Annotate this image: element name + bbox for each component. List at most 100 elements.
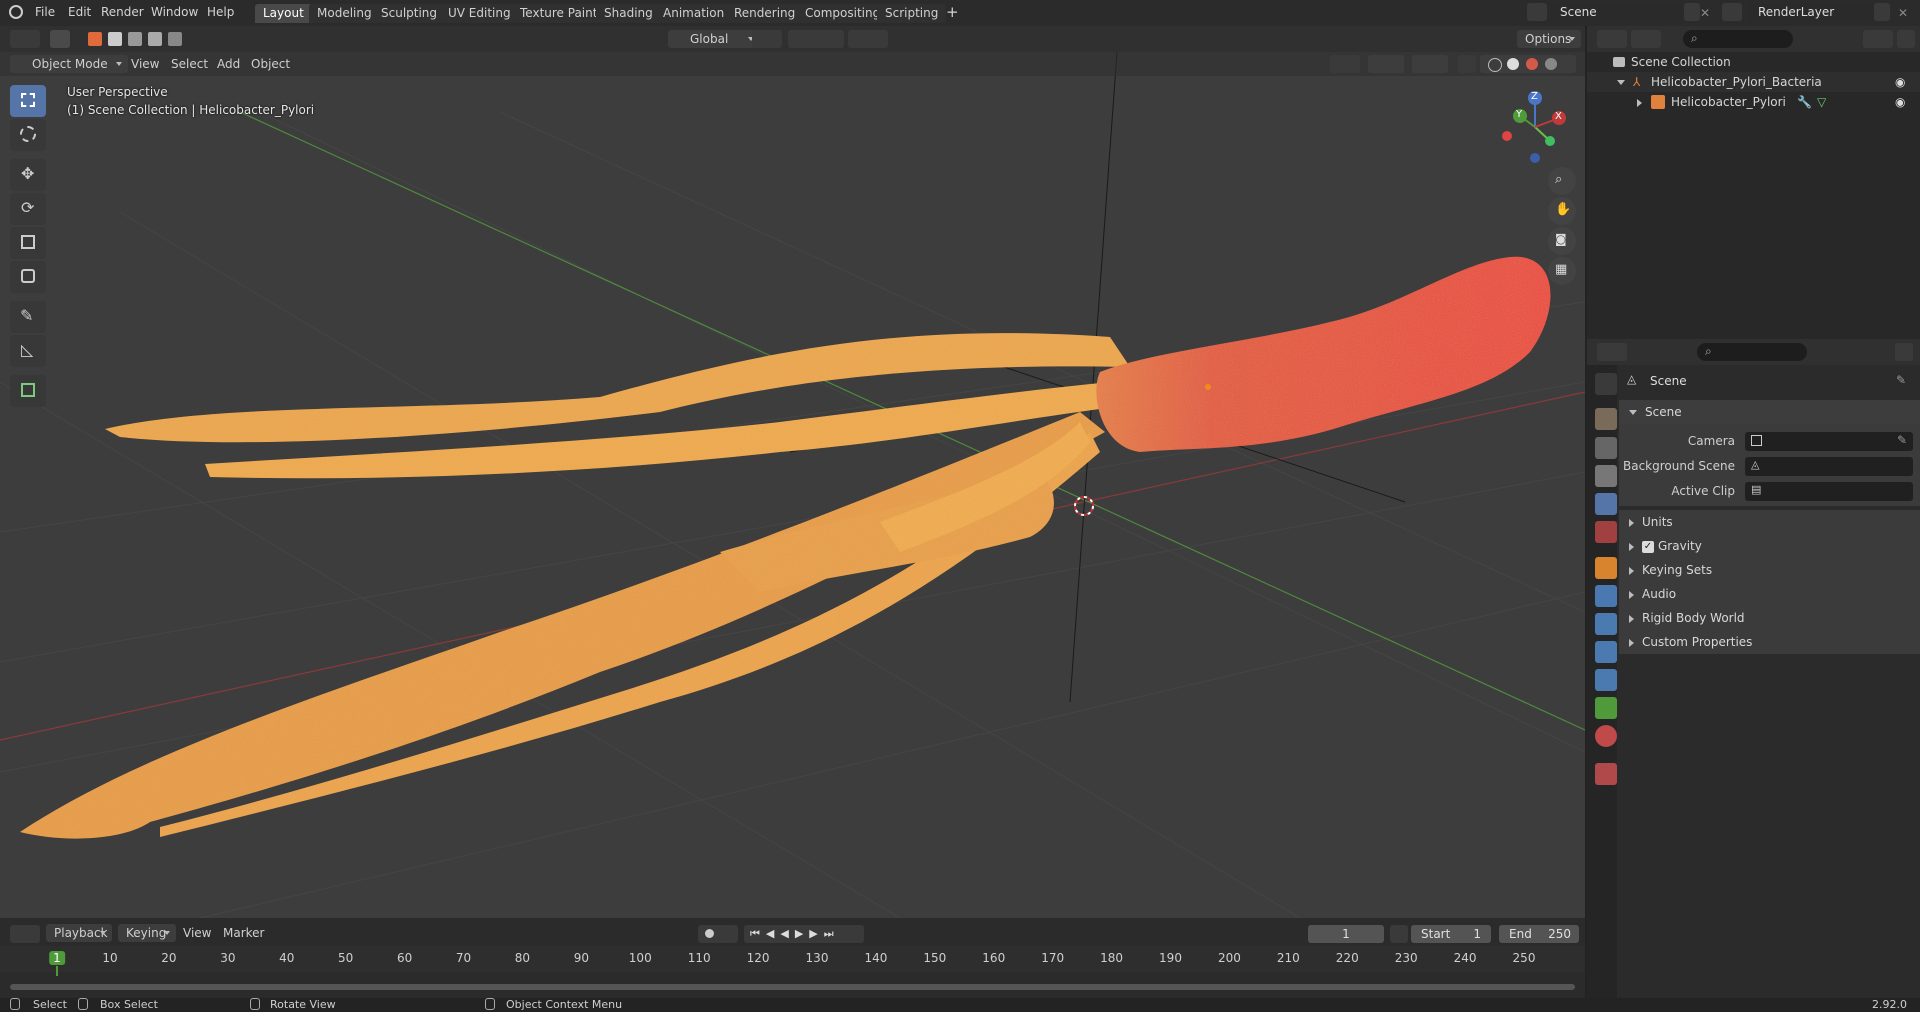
menu-object[interactable]: Object (251, 55, 290, 73)
menu-render[interactable]: Render (101, 5, 144, 19)
camera-view-button[interactable]: ◙ (1548, 227, 1576, 255)
tab-uv-editing[interactable]: UV Editing (440, 4, 519, 23)
shading-modes-icon[interactable] (1480, 55, 1576, 73)
blender-logo-icon[interactable] (9, 5, 23, 19)
end-frame-field[interactable]: End 250 (1499, 925, 1579, 943)
measure-tool[interactable]: ◺ (10, 335, 46, 367)
select-new-icon[interactable] (88, 32, 102, 46)
outliner-search-input[interactable]: ⌕ (1683, 30, 1793, 48)
new-scene-icon[interactable] (1684, 3, 1700, 21)
render-tab-icon[interactable] (1595, 408, 1617, 430)
wireframe-shading-icon[interactable] (1488, 58, 1502, 72)
ortho-toggle-button[interactable]: ▦ (1548, 257, 1576, 285)
view-layer-field[interactable]: RenderLayer (1748, 3, 1878, 21)
object-visibility-eye-icon[interactable]: ◉ (1895, 92, 1905, 112)
tab-animation[interactable]: Animation (655, 4, 733, 23)
snapping-icon[interactable] (788, 30, 844, 48)
tab-shading[interactable]: Shading (596, 4, 661, 23)
scale-tool[interactable] (10, 227, 46, 259)
proportional-edit-icon[interactable] (848, 30, 888, 48)
keying-dropdown[interactable]: Keying (118, 924, 176, 942)
texture-tab-icon[interactable] (1595, 763, 1617, 785)
timeline-menu-marker[interactable]: Marker (223, 924, 264, 942)
particles-tab-icon[interactable] (1595, 613, 1617, 635)
camera-field[interactable]: ✎ (1745, 432, 1913, 451)
constraints-tab-icon[interactable] (1595, 669, 1617, 691)
modifier-wrench-icon[interactable]: 🔧 (1797, 92, 1812, 112)
collapse-triangle-icon[interactable] (1617, 72, 1625, 92)
tab-scripting[interactable]: Scripting (877, 4, 947, 23)
outliner-row-collection[interactable]: ⅄ Helicobacter_Pylori_Bacteria ◉ (1587, 72, 1920, 92)
record-button[interactable] (698, 925, 738, 943)
outliner-row-scene-collection[interactable]: Scene Collection (1587, 52, 1920, 72)
delete-view-layer-icon[interactable]: ✕ (1898, 6, 1908, 20)
audio-panel-header[interactable]: Audio (1619, 582, 1920, 606)
playhead-line[interactable] (56, 966, 58, 976)
orientation-dropdown[interactable]: Global (668, 30, 760, 48)
tab-sculpting[interactable]: Sculpting (373, 4, 446, 23)
units-panel-header[interactable]: Units (1619, 510, 1920, 534)
pan-view-button[interactable]: ✋ (1548, 197, 1576, 225)
display-mode-icon[interactable] (1631, 30, 1661, 48)
select-intersect-icon[interactable] (168, 32, 182, 46)
menu-window[interactable]: Window (151, 5, 198, 19)
select-subtract-icon[interactable] (128, 32, 142, 46)
data-tab-icon[interactable] (1595, 697, 1617, 719)
outliner-row-object[interactable]: Helicobacter_Pylori 🔧 ▽ ◉ (1587, 92, 1920, 112)
overlay-toggle-icon[interactable] (1412, 55, 1448, 73)
editor-type-icon[interactable] (10, 30, 40, 48)
rotate-tool[interactable]: ⟳ (10, 193, 46, 225)
select-tool-icon[interactable] (50, 30, 70, 48)
timeline-menu-view[interactable]: View (183, 924, 211, 942)
background-scene-field[interactable]: ◬ (1745, 457, 1913, 476)
gizmo-toggle-icon[interactable] (1368, 55, 1404, 73)
mesh-data-icon[interactable]: ▽ (1817, 92, 1826, 112)
expand-triangle-icon[interactable] (1637, 92, 1642, 112)
material-tab-icon[interactable] (1595, 725, 1617, 747)
delete-scene-icon[interactable]: ✕ (1700, 6, 1710, 20)
start-frame-field[interactable]: Start 1 (1411, 925, 1491, 943)
menu-select[interactable]: Select (171, 55, 208, 73)
keying-sets-panel-header[interactable]: Keying Sets (1619, 558, 1920, 582)
object-tab-icon[interactable] (1595, 557, 1617, 579)
add-cube-tool[interactable] (10, 375, 46, 407)
select-invert-icon[interactable] (148, 32, 162, 46)
playback-controls[interactable]: ⏮◀◀▶▶⏭ (744, 925, 864, 943)
add-workspace-button[interactable]: + (946, 3, 959, 21)
gravity-checkbox[interactable]: ✓ (1642, 540, 1654, 553)
3d-viewport[interactable]: User Perspective (1) Scene Collection | … (0, 52, 1585, 918)
menu-add[interactable]: Add (217, 55, 240, 73)
eyedropper-icon[interactable]: ✎ (1897, 433, 1907, 447)
pivot-point-icon[interactable] (752, 30, 782, 48)
frame-ruler[interactable]: 1 10 20 30 40 50 60 70 80 90 100 110 120 130 140 150 160… (0, 946, 1585, 976)
select-extend-icon[interactable] (108, 32, 122, 46)
properties-options-icon[interactable] (1895, 343, 1913, 361)
scene-panel-header[interactable]: Scene (1619, 400, 1920, 424)
move-tool[interactable]: ✥ (10, 159, 46, 191)
visibility-icon[interactable] (1330, 55, 1360, 73)
mode-dropdown[interactable]: Object Mode (10, 55, 128, 73)
properties-search-input[interactable]: ⌕ (1697, 343, 1807, 361)
annotate-tool[interactable]: ✎ (10, 301, 46, 333)
tab-texture-paint[interactable]: Texture Paint (512, 4, 606, 23)
current-frame-field[interactable]: 1 (1308, 925, 1384, 943)
timeline-editor-type-icon[interactable] (10, 925, 40, 943)
properties-editor-type-icon[interactable] (1597, 343, 1627, 361)
menu-edit[interactable]: Edit (68, 5, 91, 19)
new-view-layer-icon[interactable] (1874, 3, 1890, 21)
tab-rendering[interactable]: Rendering (726, 4, 804, 23)
scene-browse-icon[interactable] (1527, 3, 1547, 21)
timeline-scrollbar[interactable] (10, 984, 1575, 990)
material-shading-icon[interactable] (1526, 58, 1538, 70)
outliner-editor-type-icon[interactable] (1597, 30, 1627, 48)
cursor-tool[interactable] (10, 119, 46, 151)
menu-file[interactable]: File (35, 5, 55, 19)
zoom-view-button[interactable]: ⌕ (1548, 167, 1576, 195)
tab-compositing[interactable]: Compositing (797, 4, 889, 23)
preview-range-icon[interactable] (1390, 925, 1408, 943)
tool-tab-icon[interactable] (1595, 373, 1617, 395)
gravity-panel-header[interactable]: ✓ Gravity (1619, 534, 1920, 558)
select-mode-icons[interactable] (88, 32, 182, 46)
viewport-canvas[interactable] (0, 52, 1585, 918)
select-box-tool[interactable] (10, 85, 46, 117)
